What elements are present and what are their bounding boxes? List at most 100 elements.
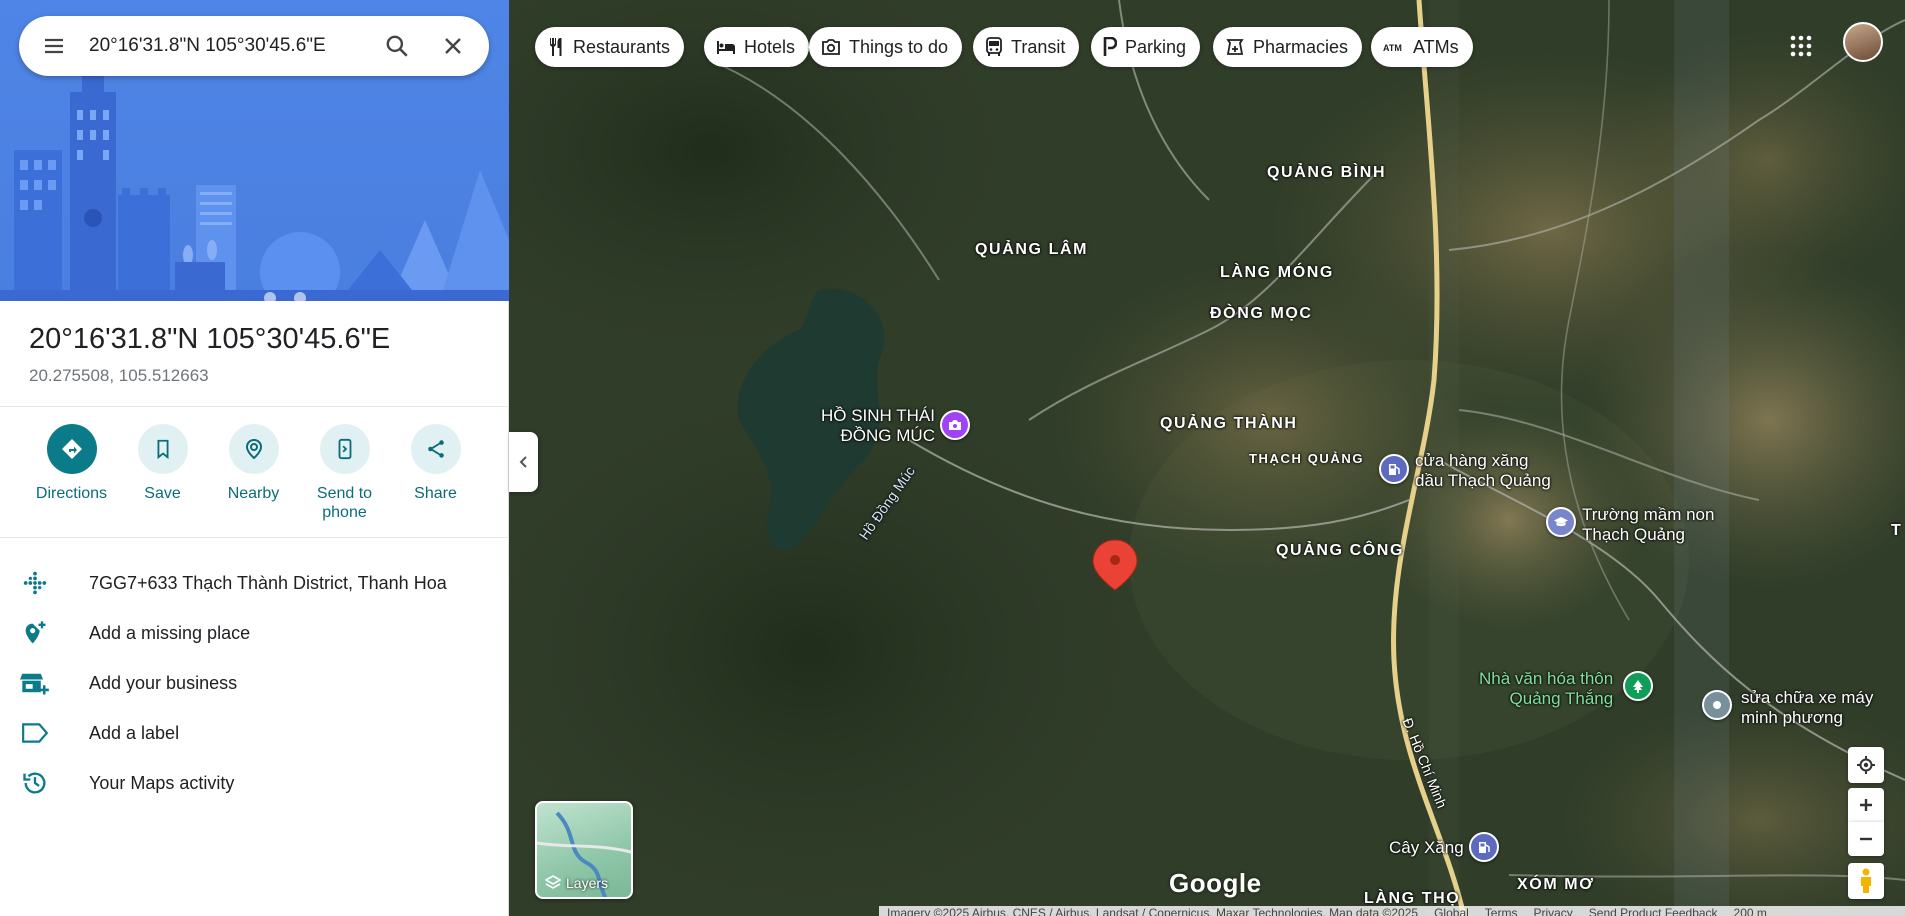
label-icon bbox=[21, 723, 48, 743]
chip-hotels[interactable]: Hotels bbox=[704, 27, 810, 67]
directions-label: Directions bbox=[35, 485, 108, 502]
share-icon bbox=[427, 440, 444, 458]
save-circle bbox=[137, 424, 188, 474]
nearby-icon bbox=[245, 438, 262, 460]
add-business-row[interactable]: Add your business bbox=[0, 658, 509, 708]
send-to-phone-icon bbox=[338, 438, 351, 460]
place-title: 20°16'31.8"N 105°30'45.6"E bbox=[29, 323, 391, 355]
add-label-text: Add a label bbox=[89, 722, 180, 743]
fork-knife-icon bbox=[550, 38, 562, 56]
chip-transit[interactable]: Transit bbox=[973, 27, 1080, 67]
area-label-quang-thanh: QUẢNG THÀNH bbox=[1160, 415, 1298, 432]
chip-atms-label: ATMs bbox=[1413, 36, 1459, 57]
chip-restaurants[interactable]: Restaurants bbox=[535, 27, 685, 67]
send-to-phone-button[interactable]: Send to phone bbox=[299, 424, 390, 522]
share-button[interactable]: Share bbox=[390, 424, 481, 522]
bus-icon bbox=[986, 37, 1002, 56]
add-label-row[interactable]: Add a label bbox=[0, 708, 509, 758]
poi-label-eco-lake[interactable]: HỒ SINH THÁI ĐỒNG MÚC bbox=[821, 406, 935, 446]
area-label-quang-binh: QUẢNG BÌNH bbox=[1267, 164, 1387, 181]
poi-label-repair-shop[interactable]: sửa chữa xe máy minh phương bbox=[1741, 688, 1873, 728]
poi-generic-pin[interactable] bbox=[1702, 690, 1732, 720]
nearby-label: Nearby bbox=[227, 485, 280, 502]
clear-search-button[interactable] bbox=[425, 16, 481, 76]
account-avatar[interactable] bbox=[1843, 22, 1883, 62]
send-to-phone-circle bbox=[319, 424, 370, 474]
maps-activity-row[interactable]: Your Maps activity bbox=[0, 758, 509, 808]
poi-label-culture-house[interactable]: Nhà văn hóa thôn Quảng Thắng bbox=[1479, 669, 1613, 709]
poi-label-gas-station[interactable]: cửa hàng xăng dầu Thạch Quảng bbox=[1415, 451, 1551, 491]
save-label: Save bbox=[144, 485, 181, 502]
terms-link[interactable]: Terms bbox=[1485, 906, 1518, 916]
street-view-pegman-button[interactable] bbox=[1848, 863, 1884, 899]
feedback-link[interactable]: Send Product Feedback bbox=[1589, 906, 1718, 916]
gas-station-icon bbox=[1389, 464, 1400, 475]
chip-parking[interactable]: Parking bbox=[1091, 27, 1201, 67]
bookmark-icon bbox=[157, 439, 168, 460]
zoom-out-button[interactable] bbox=[1848, 822, 1884, 856]
add-place-icon-wrap bbox=[0, 619, 89, 647]
plus-icon bbox=[1860, 799, 1872, 811]
poi-camera-pin[interactable] bbox=[940, 410, 970, 440]
plus-code-icon-wrap bbox=[0, 569, 89, 597]
pharmacy-icon bbox=[1226, 39, 1244, 55]
plus-code-text: 7GG7+633 Thạch Thành District, Thanh Hoa bbox=[89, 572, 447, 593]
close-icon bbox=[445, 38, 461, 54]
directions-button[interactable]: Directions bbox=[26, 424, 117, 522]
plus-code-row[interactable]: 7GG7+633 Thạch Thành District, Thanh Hoa bbox=[0, 558, 509, 608]
area-label-quang-cong: QUẢNG CÔNG bbox=[1276, 542, 1404, 559]
apps-button[interactable] bbox=[1781, 26, 1821, 66]
decimal-coordinates: 20.275508, 105.512663 bbox=[29, 366, 209, 385]
chip-atms[interactable]: ATM ATMs bbox=[1371, 27, 1473, 67]
atm-icon: ATM bbox=[1383, 43, 1402, 53]
chip-things-to-do[interactable]: Things to do bbox=[809, 27, 963, 67]
dot-icon bbox=[1713, 701, 1721, 709]
save-button[interactable]: Save bbox=[117, 424, 208, 522]
menu-button[interactable] bbox=[19, 16, 89, 76]
search-icon bbox=[386, 35, 408, 57]
action-buttons: Directions Save Nearby Send to phone Sha… bbox=[0, 424, 509, 522]
map-canvas[interactable]: Restaurants Hotels Things to do Transit … bbox=[509, 0, 1905, 916]
tree-icon bbox=[1633, 680, 1643, 693]
poi-tree-pin[interactable] bbox=[1623, 671, 1653, 701]
google-logo: Google bbox=[1169, 868, 1262, 898]
plus-code-icon bbox=[23, 571, 46, 595]
layers-button[interactable]: Layers bbox=[535, 801, 633, 899]
zoom-in-button[interactable] bbox=[1848, 788, 1884, 822]
poi-school-pin[interactable] bbox=[1546, 507, 1576, 537]
storefront-icon bbox=[19, 673, 49, 695]
area-label-quang-lam: QUẢNG LÂM bbox=[975, 241, 1089, 258]
svg-text:ATM: ATM bbox=[1383, 43, 1402, 53]
attribution-bar: Imagery ©2025 Airbus, CNES / Airbus, Lan… bbox=[879, 906, 1905, 916]
directions-circle bbox=[46, 424, 97, 474]
poi-label-cay-xang[interactable]: Cây Xăng bbox=[1389, 838, 1464, 858]
search-button[interactable] bbox=[369, 16, 425, 76]
camera-icon bbox=[822, 39, 840, 55]
send-to-phone-label: Send to phone bbox=[316, 485, 373, 521]
imagery-credit: Imagery ©2025 Airbus, CNES / Airbus, Lan… bbox=[887, 906, 1419, 916]
global-link[interactable]: Global bbox=[1434, 906, 1469, 916]
chip-pharmacies[interactable]: Pharmacies bbox=[1213, 27, 1363, 67]
chip-hotels-label: Hotels bbox=[744, 36, 796, 57]
poi-gas-pin-2[interactable] bbox=[1469, 832, 1499, 862]
bed-icon bbox=[717, 41, 735, 54]
info-list: 7GG7+633 Thạch Thành District, Thanh Hoa… bbox=[0, 558, 509, 808]
share-circle bbox=[410, 424, 461, 474]
layers-icon bbox=[545, 875, 561, 889]
nearby-button[interactable]: Nearby bbox=[208, 424, 299, 522]
poi-gas-pin[interactable] bbox=[1379, 454, 1409, 484]
maps-activity-text: Your Maps activity bbox=[89, 772, 235, 793]
privacy-link[interactable]: Privacy bbox=[1533, 906, 1572, 916]
add-place-icon bbox=[25, 621, 45, 644]
search-input[interactable] bbox=[89, 35, 369, 57]
layers-label-wrap: Layers bbox=[545, 875, 608, 891]
add-missing-place-row[interactable]: Add a missing place bbox=[0, 608, 509, 658]
gas-station-icon bbox=[1479, 842, 1490, 853]
history-icon bbox=[22, 772, 45, 794]
pegman-icon bbox=[1861, 868, 1871, 893]
poi-label-school[interactable]: Trường mầm non Thạch Quảng bbox=[1582, 505, 1714, 545]
my-location-button[interactable] bbox=[1848, 747, 1884, 783]
collapse-side-panel-button[interactable] bbox=[509, 432, 538, 492]
scale-bar[interactable]: 200 m bbox=[1734, 906, 1767, 916]
area-label-dong-moc: ĐÒNG MỌC bbox=[1210, 305, 1313, 322]
